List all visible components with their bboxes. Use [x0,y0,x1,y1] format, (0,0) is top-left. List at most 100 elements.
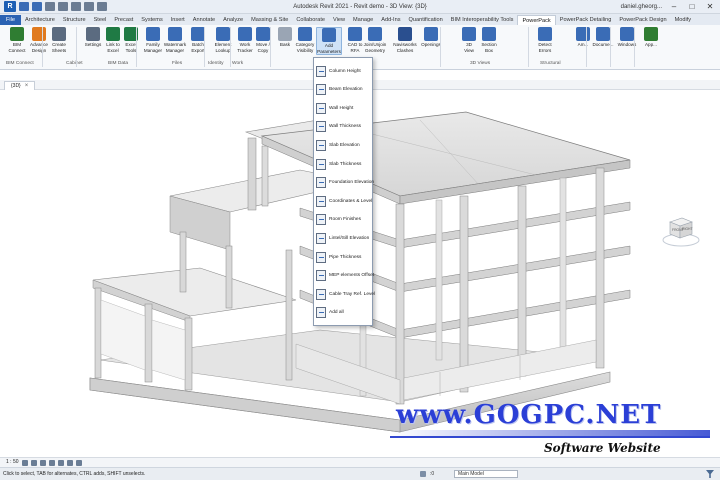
tab-systems[interactable]: Systems [137,15,166,25]
section-box-button[interactable]: Section Box [476,27,502,53]
menu-item-add-all[interactable]: Add all [316,304,372,322]
viewcube[interactable]: FRONT RIGHT [660,208,702,250]
viewcube-right-label[interactable]: RIGHT [682,227,693,231]
maximize-button[interactable]: □ [686,2,698,12]
windows-button[interactable]: Windows [614,27,640,48]
view-control-bar: 1 : 50 [0,457,720,467]
tab-structure[interactable]: Structure [59,15,90,25]
group-separator [76,27,77,67]
menu-item-column-height[interactable]: Column Height [316,62,372,80]
document-button[interactable]: Docume... [590,27,616,48]
tab-quantification[interactable]: Quantification [405,15,447,25]
category-visibility-icon [298,27,312,41]
tab-bim-interoperability-tools[interactable]: BIM Interoperability Tools [447,15,518,25]
close-button[interactable]: ✕ [704,2,716,12]
tab-precast[interactable]: Precast [110,15,137,25]
group-label-structural: Structural [540,61,561,66]
tab-analyze[interactable]: Analyze [219,15,247,25]
menu-item-wall-height[interactable]: Wall Height [316,99,372,117]
filter-icon[interactable] [706,470,714,478]
menu-item-wall-thickness[interactable]: Wall Thickness [316,118,372,136]
render-icon[interactable] [58,460,64,466]
hide-isolate-icon[interactable] [76,460,82,466]
menu-item-label: Wall Height [329,105,354,111]
menu-item-label: Cable Tray Ref. Level [329,291,376,297]
menu-item-beam-elevation[interactable]: Beam Elevation [316,81,372,99]
user-name[interactable]: daniel.gheorg... [621,4,662,10]
category-visibility-button[interactable]: Category Visibility [292,27,318,53]
tab-collaborate[interactable]: Collaborate [292,15,329,25]
add-parameters-button[interactable]: Add Parameters [316,27,342,55]
menu-item-slab-thickness[interactable]: Slab Thickness [316,155,372,173]
menu-item-room-finishes[interactable]: Room Finishes [316,211,372,229]
sun-path-icon[interactable] [40,460,46,466]
tab-manage[interactable]: Manage [349,15,377,25]
join-geometry-button[interactable]: Join/Unjoin Geometry [362,27,388,53]
tab-architecture[interactable]: Architecture [21,15,59,25]
add-parameters-icon [322,28,336,42]
group-label-3d-views: 3D Views [470,61,491,66]
group-label-cabinet: Cabinet [66,61,83,66]
group-separator [634,27,635,67]
tab-modify[interactable]: Modify [671,15,695,25]
ribbon-button-label: Navisworks Clashes [393,42,417,53]
shadows-icon[interactable] [49,460,55,466]
tab-powerpack-design[interactable]: PowerPack Design [615,15,670,25]
model-selector[interactable]: Main Model [454,470,518,478]
parameter-icon [316,102,326,114]
tab-add-ins[interactable]: Add-Ins [377,15,404,25]
menu-item-pipe-thickness[interactable]: Pipe Thickness [316,248,372,266]
detect-errors-button[interactable]: Detect Errors [532,27,558,53]
open-icon[interactable] [19,2,29,11]
measure-icon[interactable] [84,2,94,11]
detail-level-icon[interactable] [22,460,28,466]
print-icon[interactable] [71,2,81,11]
parameter-icon [316,232,326,244]
app-icon [644,27,658,41]
close-tab-icon[interactable]: × [25,82,29,90]
revit-logo-icon[interactable]: R [4,1,16,12]
save-icon[interactable] [32,2,42,11]
view-tab-3d[interactable]: {3D} × [4,81,36,90]
create-sheets-button[interactable]: Create Sheets [46,27,72,53]
navisworks-button[interactable]: Navisworks Clashes [392,27,418,53]
add-parameters-menu: Column Height Beam Elevation Wall Height Wa… [313,57,376,326]
menu-item-lintel-sill-elevation[interactable]: Lintel/Sill Elevation [316,229,372,247]
tab-powerpack-detailing[interactable]: PowerPack Detailing [556,15,616,25]
visual-style-icon[interactable] [31,460,37,466]
menu-item-mep-elements-offset[interactable]: MEP elements Offset [316,267,374,285]
group-separator [136,27,137,67]
menu-item-slab-elevation[interactable]: Slab Elevation [316,136,372,154]
redo-icon[interactable] [58,2,68,11]
3d-view-qat-icon[interactable] [97,2,107,11]
crop-view-icon[interactable] [67,460,73,466]
tab-view[interactable]: View [329,15,349,25]
menu-item-label: Beam Elevation [329,87,363,93]
app-button[interactable]: App... [638,27,664,48]
menu-item-cable-tray-ref-level[interactable]: Cable Tray Ref. Level [316,285,376,303]
viewcube-icon[interactable]: FRONT RIGHT [660,208,702,250]
menu-item-label: Lintel/Sill Elevation [329,235,370,241]
menu-item-foundation-elevation[interactable]: Foundation Elevation [316,174,374,192]
undo-icon[interactable] [45,2,55,11]
tab-insert[interactable]: Insert [167,15,189,25]
menu-item-coordinates-level[interactable]: Coordinates & Level [316,192,372,210]
ribbon-button-label: Element Lookup [214,42,232,53]
parameter-icon [316,251,326,263]
ribbon-button-label: BIM Connect [8,42,26,53]
parameter-icon [316,288,326,300]
batch-export-button[interactable]: Batch Export [185,27,211,53]
move-copy-icon [256,27,270,41]
ribbon-button-label: Excel Tools [125,42,137,53]
batch-export-icon [191,27,205,41]
tab-file[interactable]: File [0,15,22,25]
tab-massing-site[interactable]: Massing & Site [247,15,292,25]
tab-powerpack[interactable]: PowerPack [517,15,556,25]
tab-steel[interactable]: Steel [90,15,111,25]
openings-icon [424,27,438,41]
parameter-icon [316,214,326,226]
view-scale[interactable]: 1 : 50 [6,459,19,465]
tab-annotate[interactable]: Annotate [189,15,219,25]
minimize-button[interactable]: – [668,2,680,12]
worksets-icon[interactable] [420,471,426,477]
